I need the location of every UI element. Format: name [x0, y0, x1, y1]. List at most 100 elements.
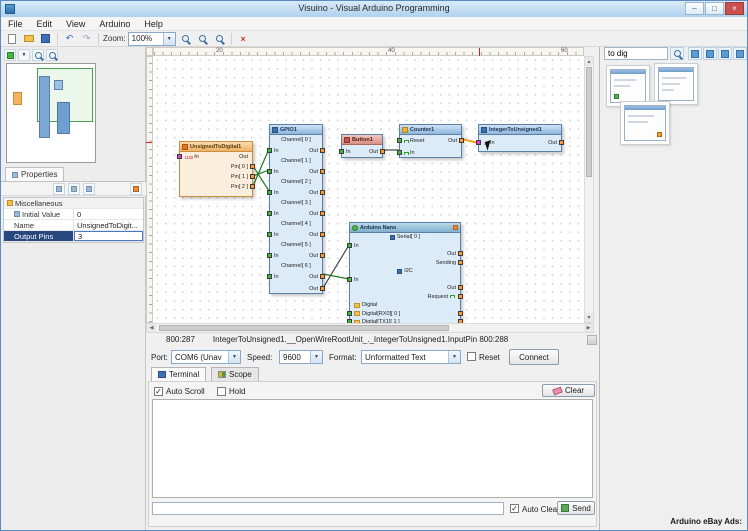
scroll-left-icon[interactable]: ◀	[147, 324, 156, 332]
auto-clear-checkbox[interactable]: ✓	[510, 504, 519, 513]
format-select[interactable]: Unformatted Text ▼	[361, 350, 461, 364]
expand-all-button[interactable]	[83, 183, 95, 195]
tab-terminal[interactable]: Terminal	[151, 367, 206, 381]
input-pin[interactable]	[267, 211, 272, 216]
minimap-zoom-out-button[interactable]	[46, 49, 58, 61]
auto-scroll-checkbox[interactable]: ✓	[154, 387, 163, 396]
sort-alpha-button[interactable]	[53, 183, 65, 195]
input-pin[interactable]	[267, 232, 272, 237]
component-arduino-nano[interactable]: Arduino Nano Serial[ 0 ] In Out Sending	[349, 222, 461, 323]
zoom-out-button[interactable]	[212, 32, 227, 45]
component-unsignedtodigital1[interactable]: UnsignedToDigital1 U32 In Out Pin[ 0 ] P…	[179, 141, 253, 197]
menu-edit[interactable]: Edit	[30, 17, 60, 30]
send-button[interactable]: Send	[557, 501, 595, 515]
input-pin[interactable]	[267, 190, 272, 195]
clear-button[interactable]: Clear	[542, 384, 595, 397]
port-select[interactable]: COM6 (Unav ▼	[171, 350, 241, 364]
minimap-dropdown-button[interactable]: ▼	[18, 49, 30, 61]
filter-button[interactable]	[688, 47, 702, 60]
reset-checkbox[interactable]	[467, 352, 476, 361]
minimap-mode-button[interactable]	[4, 49, 16, 61]
tab-scope[interactable]: Scope	[211, 367, 259, 381]
output-pin[interactable]	[320, 148, 325, 153]
minimap[interactable]	[6, 63, 96, 163]
component-button1[interactable]: Button1 In Out	[341, 134, 383, 158]
output-pin[interactable]	[250, 184, 255, 189]
search-button[interactable]	[670, 47, 684, 60]
property-value[interactable]: 0	[74, 209, 143, 219]
scroll-down-icon[interactable]: ▼	[585, 313, 593, 322]
component-counter1[interactable]: Counter1 Reset Out In	[399, 124, 462, 158]
output-pin[interactable]	[320, 253, 325, 258]
open-project-button[interactable]	[21, 32, 36, 45]
output-pin[interactable]	[320, 211, 325, 216]
output-pin[interactable]	[458, 311, 463, 316]
property-value[interactable]: 3	[74, 231, 143, 241]
undo-button[interactable]: ↶	[62, 32, 77, 45]
scroll-up-icon[interactable]: ▲	[585, 57, 593, 66]
output-pin[interactable]	[320, 190, 325, 195]
input-pin[interactable]	[347, 311, 352, 316]
scrollbar-thumb[interactable]	[159, 325, 449, 331]
zoom-fit-button[interactable]	[178, 32, 193, 45]
hold-checkbox[interactable]	[217, 387, 226, 396]
output-pin[interactable]	[250, 174, 255, 179]
zoom-select[interactable]: 100% ▼	[128, 32, 176, 46]
canvas-vertical-scrollbar[interactable]: ▲ ▼	[584, 56, 594, 323]
output-pin[interactable]	[459, 138, 464, 143]
property-category-row[interactable]: Miscellaneous	[4, 198, 143, 209]
categories-button[interactable]	[733, 47, 747, 60]
output-pin[interactable]	[458, 285, 463, 290]
input-pin[interactable]	[397, 150, 402, 155]
property-row-initial-value[interactable]: Initial Value 0	[4, 209, 143, 220]
output-pin[interactable]	[559, 140, 564, 145]
tab-properties[interactable]: Properties	[5, 167, 64, 181]
output-pin[interactable]	[458, 251, 463, 256]
output-pin[interactable]	[380, 149, 385, 154]
output-pin[interactable]	[320, 169, 325, 174]
terminal-input[interactable]	[152, 502, 504, 515]
zoom-in-button[interactable]	[195, 32, 210, 45]
delete-button[interactable]: ×	[236, 32, 251, 45]
pin-panel-button[interactable]	[130, 183, 142, 195]
connect-button[interactable]: Connect	[509, 349, 559, 365]
output-pin[interactable]	[320, 232, 325, 237]
panel-grip-icon[interactable]	[587, 335, 597, 345]
input-pin[interactable]	[267, 253, 272, 258]
input-pin[interactable]	[347, 277, 352, 282]
new-project-button[interactable]	[4, 32, 19, 45]
output-pin[interactable]	[458, 260, 463, 265]
output-pin[interactable]	[320, 286, 325, 291]
maximize-button[interactable]: □	[705, 2, 724, 15]
save-project-button[interactable]	[38, 32, 53, 45]
view-large-button[interactable]	[703, 47, 717, 60]
close-button[interactable]: ×	[725, 2, 744, 15]
design-canvas[interactable]: UnsignedToDigital1 U32 In Out Pin[ 0 ] P…	[153, 56, 584, 323]
property-value[interactable]: UnsignedToDigit...	[74, 220, 143, 230]
palette-tile[interactable]	[620, 101, 670, 145]
terminal-output[interactable]	[152, 399, 593, 498]
component-gpio1[interactable]: GPIO1 Channel[ 0 ] In Out Channel[ 1 ] I…	[269, 124, 323, 294]
sort-category-button[interactable]	[68, 183, 80, 195]
property-row-name[interactable]: Name UnsignedToDigit...	[4, 220, 143, 231]
canvas-horizontal-scrollbar[interactable]: ◀ ▶	[146, 323, 594, 333]
input-pin[interactable]	[476, 140, 481, 145]
palette-tile[interactable]	[654, 63, 698, 105]
scrollbar-thumb[interactable]	[586, 67, 592, 177]
scroll-right-icon[interactable]: ▶	[584, 324, 593, 332]
redo-button[interactable]: ↷	[79, 32, 94, 45]
input-pin[interactable]	[267, 274, 272, 279]
input-pin[interactable]	[339, 149, 344, 154]
output-pin[interactable]	[458, 294, 463, 299]
component-search-input[interactable]	[604, 47, 668, 60]
menu-arduino[interactable]: Arduino	[92, 17, 137, 30]
menu-file[interactable]: File	[1, 17, 30, 30]
wrench-icon[interactable]	[453, 225, 458, 230]
input-pin[interactable]	[267, 148, 272, 153]
speed-select[interactable]: 9600 ▼	[279, 350, 323, 364]
property-row-output-pins[interactable]: Output Pins 3	[4, 231, 143, 242]
minimize-button[interactable]: –	[685, 2, 704, 15]
output-pin[interactable]	[250, 164, 255, 169]
menu-view[interactable]: View	[59, 17, 92, 30]
input-pin[interactable]	[347, 243, 352, 248]
